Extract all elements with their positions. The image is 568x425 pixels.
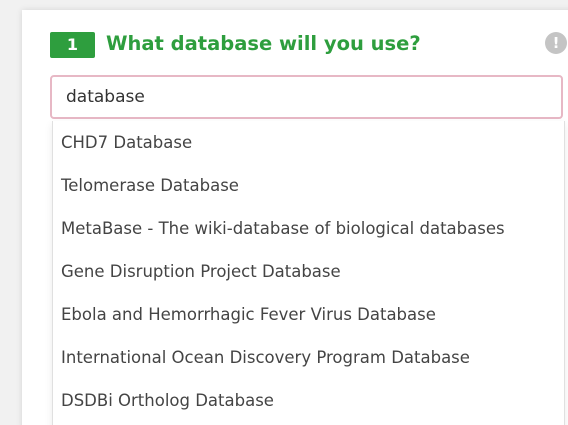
suggestion-item[interactable]: CHD7 Database xyxy=(53,121,564,164)
info-icon[interactable]: ! xyxy=(545,32,567,54)
suggestion-item[interactable]: DSDBi Ortholog Database xyxy=(53,379,564,422)
page: 1 What database will you use? ! CHD7 Dat… xyxy=(0,0,568,425)
question-title: What database will you use? xyxy=(106,32,421,55)
suggestion-item[interactable]: International Ocean Discovery Program Da… xyxy=(53,336,564,379)
question-card: 1 What database will you use? ! CHD7 Dat… xyxy=(22,10,568,425)
suggestion-item[interactable]: Gene Disruption Project Database xyxy=(53,250,564,293)
suggestion-item[interactable]: Telomerase Database xyxy=(53,164,564,207)
database-search-input[interactable] xyxy=(50,75,563,119)
step-number-badge: 1 xyxy=(50,32,95,58)
suggestion-item[interactable]: Ebola and Hemorrhagic Fever Virus Databa… xyxy=(53,293,564,336)
autocomplete-dropdown: CHD7 Database Telomerase Database MetaBa… xyxy=(52,121,565,425)
suggestion-item[interactable]: MetaBase - The wiki-database of biologic… xyxy=(53,207,564,250)
